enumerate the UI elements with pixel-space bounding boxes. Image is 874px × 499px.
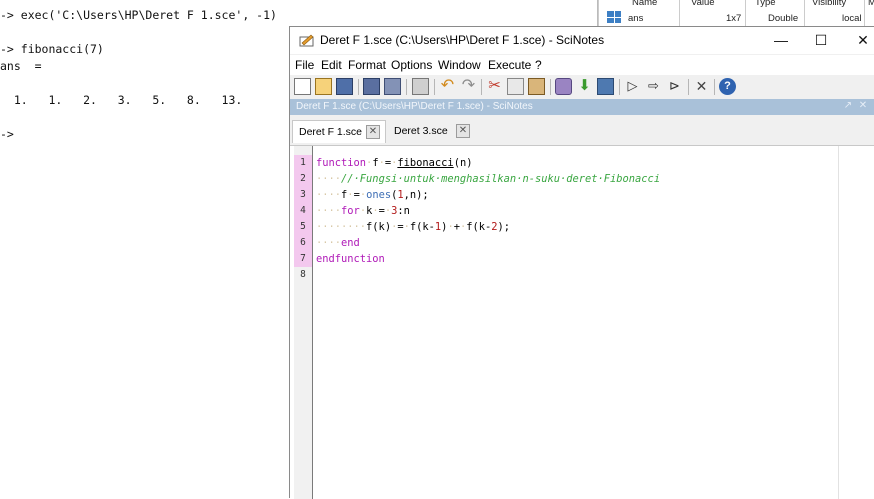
menu-execute[interactable]: Execute	[488, 58, 531, 72]
tools-icon[interactable]: ✕	[693, 78, 710, 95]
code-line: ········f(k)·=·f(k-1)·+·f(k-2);	[316, 221, 511, 233]
paste-icon[interactable]	[528, 78, 545, 95]
code-line: endfunction	[316, 253, 385, 265]
matrix-icon	[607, 11, 621, 23]
variables-icon[interactable]	[597, 78, 614, 95]
line-number: 3	[294, 187, 312, 203]
open-file-icon[interactable]	[315, 78, 332, 95]
cut-icon[interactable]: ✂	[486, 78, 503, 95]
column-header-m[interactable]: M	[868, 0, 874, 8]
find-icon[interactable]	[555, 78, 572, 95]
save-as-icon[interactable]	[384, 78, 401, 95]
menu-format[interactable]: Format	[348, 58, 386, 72]
code-editor[interactable]: 1234567 8 function·f·=·fibonacci(n) ····/…	[290, 146, 874, 499]
menu-window[interactable]: Window	[438, 58, 481, 72]
toolbar: ↶ ↷ ✂ ⬇ ▷ ⇨ ⊳ ✕ ?	[290, 75, 874, 100]
tab-close-icon[interactable]: ✕	[366, 125, 380, 139]
var-name: ans	[628, 13, 644, 24]
var-value: 1x7	[726, 13, 742, 24]
new-file-icon[interactable]	[294, 78, 311, 95]
code-line: function·f·=·fibonacci(n)	[316, 157, 473, 169]
console-panel[interactable]: -> exec('C:\Users\HP\Deret F 1.sce', -1)…	[0, 0, 290, 498]
scinotes-window: Deret F 1.sce (C:\Users\HP\Deret F 1.sce…	[289, 26, 874, 499]
copy-icon[interactable]	[507, 78, 524, 95]
run-file-icon[interactable]: ⊳	[666, 78, 683, 95]
minimize-button[interactable]: —	[761, 29, 801, 51]
code-line: ····f·=·ones(1,n);	[316, 189, 429, 201]
close-doc-icon[interactable]: ✕	[857, 100, 869, 112]
print-icon[interactable]	[412, 78, 429, 95]
code-line: ····end	[316, 237, 360, 249]
menu-help[interactable]: ?	[535, 58, 542, 72]
tab-strip: Deret F 1.sce ✕ Deret 3.sce ✕	[290, 115, 874, 146]
column-header-name[interactable]: Name	[632, 0, 657, 8]
menu-options[interactable]: Options	[391, 58, 432, 72]
console-line: ans =	[0, 59, 42, 73]
scinotes-icon	[299, 34, 314, 47]
console-line: 1. 1. 2. 3. 5. 8. 13.	[0, 93, 243, 107]
column-header-visibility[interactable]: Visibility	[812, 0, 846, 8]
code-line: ····for·k·=·3:n	[316, 205, 410, 217]
window-title: Deret F 1.sce (C:\Users\HP\Deret F 1.sce…	[320, 33, 605, 47]
column-header-value[interactable]: Value	[691, 0, 715, 8]
run-icon[interactable]: ▷	[624, 78, 641, 95]
open-folder-icon[interactable]	[336, 78, 353, 95]
line-number: 1	[294, 155, 312, 171]
tab-label: Deret 3.sce	[394, 125, 448, 137]
line-number: 6	[294, 235, 312, 251]
run-echo-icon[interactable]: ⇨	[645, 78, 662, 95]
line-number: 5	[294, 219, 312, 235]
title-bar[interactable]: Deret F 1.sce (C:\Users\HP\Deret F 1.sce…	[290, 27, 874, 54]
line-number: 2	[294, 171, 312, 187]
menu-file[interactable]: File	[295, 58, 314, 72]
undock-icon[interactable]: ↗	[842, 100, 854, 112]
close-button[interactable]: ✕	[843, 29, 874, 51]
download-icon[interactable]: ⬇	[576, 78, 593, 95]
tab-close-icon[interactable]: ✕	[456, 124, 470, 138]
variable-browser: Name Value Type Visibility M ans 1x7 Dou…	[597, 0, 874, 26]
redo-icon[interactable]: ↷	[460, 78, 477, 95]
maximize-button[interactable]: ☐	[801, 29, 841, 51]
tab-label: Deret F 1.sce	[299, 126, 363, 138]
line-number-gutter: 1234567 8	[294, 146, 313, 499]
help-icon[interactable]: ?	[719, 78, 736, 95]
document-title-bar: Deret F 1.sce (C:\Users\HP\Deret F 1.sce…	[290, 99, 874, 115]
menu-edit[interactable]: Edit	[321, 58, 342, 72]
document-title: Deret F 1.sce (C:\Users\HP\Deret F 1.sce…	[296, 101, 533, 112]
line-number: 4	[294, 203, 312, 219]
line-number: 7	[294, 251, 312, 267]
console-line: -> exec('C:\Users\HP\Deret F 1.sce', -1)	[0, 8, 277, 22]
line-number: 8	[300, 269, 306, 280]
console-line: -> fibonacci(7)	[0, 42, 104, 56]
save-icon[interactable]	[363, 78, 380, 95]
code-line: ····//·Fungsi·untuk·menghasilkan·n-suku·…	[316, 173, 661, 185]
tab-deret-f-1[interactable]: Deret F 1.sce ✕	[292, 120, 386, 143]
tab-deret-3[interactable]: Deret 3.sce ✕	[388, 120, 474, 142]
var-type: Double	[768, 13, 799, 24]
console-prompt: ->	[0, 127, 14, 141]
var-visibility: local	[842, 13, 862, 24]
right-margin-line	[838, 146, 839, 499]
column-header-type[interactable]: Type	[755, 0, 776, 8]
menu-bar: File Edit Format Options Window Execute …	[290, 55, 874, 75]
undo-icon[interactable]: ↶	[439, 78, 456, 95]
